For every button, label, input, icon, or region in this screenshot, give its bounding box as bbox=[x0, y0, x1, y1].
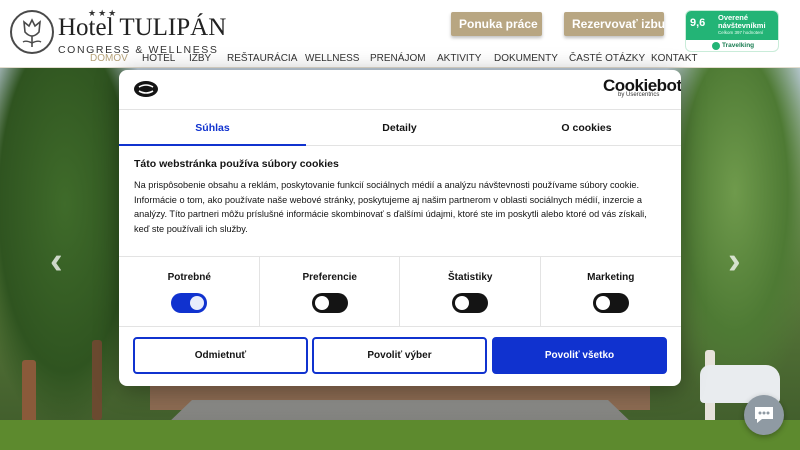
dialog-header: Cookiebot by Usercentrics bbox=[119, 70, 681, 110]
consent-title: Táto webstránka používa súbory cookies bbox=[134, 158, 339, 170]
nav-item-izby[interactable]: IZBY bbox=[189, 53, 211, 64]
statistics-toggle[interactable] bbox=[452, 293, 488, 313]
travelking-icon bbox=[712, 42, 720, 50]
nav-item-wellness[interactable]: WELLNESS bbox=[305, 53, 359, 64]
dialog-actions: Odmietnuť Povoliť výber Povoliť všetko bbox=[119, 326, 681, 386]
toggle-knob bbox=[314, 296, 329, 310]
consent-description: Táto webstránka používa súbory cookies N… bbox=[134, 158, 664, 244]
badge-note: Celkom 397 hodnotení bbox=[718, 30, 764, 35]
tab-detaily[interactable]: Detaily bbox=[306, 110, 493, 146]
category-preferences: Preferencie bbox=[260, 257, 400, 327]
hotel-name: Hotel TULIPÁN bbox=[58, 14, 227, 41]
slider-next-button[interactable]: › bbox=[728, 240, 741, 283]
cookie-consent-dialog: Cookiebot by Usercentrics Súhlas Detaily… bbox=[119, 70, 681, 386]
grass bbox=[0, 420, 800, 450]
slider-prev-button[interactable]: ‹ bbox=[50, 240, 63, 283]
toggle-knob bbox=[595, 296, 610, 310]
marketing-toggle[interactable] bbox=[592, 293, 629, 313]
preferences-toggle[interactable] bbox=[311, 293, 348, 313]
allow-selection-button[interactable]: Povoliť výber bbox=[312, 337, 487, 374]
nav-item-prenajom[interactable]: PRENÁJOM bbox=[370, 53, 426, 64]
rating-score: 9,6 bbox=[690, 17, 706, 29]
site-header: ★★★ Hotel TULIPÁN CONGRESS & WELLNESS Po… bbox=[0, 0, 800, 68]
toggle-knob bbox=[455, 296, 469, 310]
nav-item-aktivity[interactable]: AKTIVITY bbox=[437, 53, 481, 64]
nav-item-kontakt[interactable]: KONTAKT bbox=[651, 53, 697, 64]
tree-right bbox=[660, 60, 800, 390]
cookie-logo-icon bbox=[133, 80, 159, 103]
necessary-toggle[interactable] bbox=[171, 293, 207, 313]
consent-text: Na prispôsobenie obsahu a reklám, poskyt… bbox=[134, 180, 647, 234]
hotel-logo[interactable]: ★★★ Hotel TULIPÁN CONGRESS & WELLNESS bbox=[10, 8, 250, 56]
category-label: Potrebné bbox=[167, 272, 211, 283]
tulip-logo-icon bbox=[10, 10, 54, 54]
badge-title: Overené návštevníkmi bbox=[718, 13, 766, 30]
nav-item-dokumenty[interactable]: DOKUMENTY bbox=[494, 53, 558, 64]
book-room-button[interactable]: Rezervovať izbu bbox=[564, 12, 665, 36]
category-label: Marketing bbox=[587, 272, 635, 283]
tab-o-cookies[interactable]: O cookies bbox=[493, 110, 680, 146]
category-label: Preferencie bbox=[302, 272, 357, 283]
decline-button[interactable]: Odmietnuť bbox=[133, 337, 308, 374]
cookie-categories: Potrebné Preferencie Štatistiky Marketin… bbox=[119, 256, 682, 327]
nav-item-domov[interactable]: DOMOV bbox=[90, 53, 128, 64]
nav-item-restauracia[interactable]: REŠTAURÁCIA bbox=[227, 53, 297, 64]
allow-all-button[interactable]: Povoliť všetko bbox=[492, 337, 667, 374]
tree-trunk bbox=[92, 340, 102, 420]
category-statistics: Štatistiky bbox=[400, 257, 541, 327]
job-offers-button[interactable]: Ponuka práce bbox=[451, 12, 542, 36]
dialog-tabs: Súhlas Detaily O cookies bbox=[119, 110, 681, 146]
tab-suhlas[interactable]: Súhlas bbox=[119, 110, 306, 146]
main-navigation: DOMOV HOTEL IZBY REŠTAURÁCIA WELLNESS PR… bbox=[0, 53, 800, 68]
badge-brand: Travelking bbox=[722, 42, 755, 49]
category-necessary: Potrebné bbox=[119, 257, 260, 327]
travelking-rating-badge[interactable]: 9,6 Overené návštevníkmi Celkom 397 hodn… bbox=[685, 10, 779, 52]
nav-item-caste-otazky[interactable]: ČASTÉ OTÁZKY bbox=[569, 53, 645, 64]
category-label: Štatistiky bbox=[448, 272, 493, 283]
toggle-knob bbox=[190, 296, 204, 310]
chat-button[interactable] bbox=[744, 395, 784, 435]
cookiebot-byline: by Usercentrics bbox=[618, 92, 660, 98]
chat-bubble-icon bbox=[755, 407, 773, 423]
category-marketing: Marketing bbox=[541, 257, 682, 327]
nav-item-hotel[interactable]: HOTEL bbox=[142, 53, 175, 64]
